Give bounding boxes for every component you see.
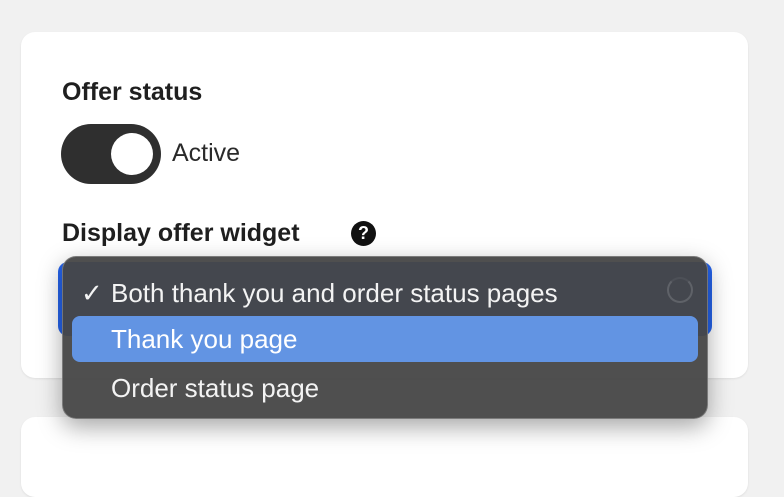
option-label: Both thank you and order status pages xyxy=(111,278,558,308)
toggle-status-label: Active xyxy=(172,139,241,167)
display-widget-heading: Display offer widget xyxy=(62,219,300,247)
offer-status-toggle[interactable] xyxy=(61,124,161,184)
option-order-status-page[interactable]: Order status page xyxy=(72,365,698,411)
next-card xyxy=(21,417,748,497)
toggle-knob xyxy=(111,133,153,175)
checkmark-icon: ✓ xyxy=(81,278,103,308)
question-circle-icon[interactable]: ? xyxy=(351,221,376,246)
offer-status-heading: Offer status xyxy=(62,78,203,106)
option-label: Order status page xyxy=(111,373,320,403)
display-widget-dropdown-menu: ✓ Both thank you and order status pages … xyxy=(62,256,708,419)
option-label: Thank you page xyxy=(111,324,298,354)
option-both-pages[interactable]: ✓ Both thank you and order status pages xyxy=(72,270,698,316)
option-thank-you-page[interactable]: Thank you page xyxy=(72,316,698,362)
